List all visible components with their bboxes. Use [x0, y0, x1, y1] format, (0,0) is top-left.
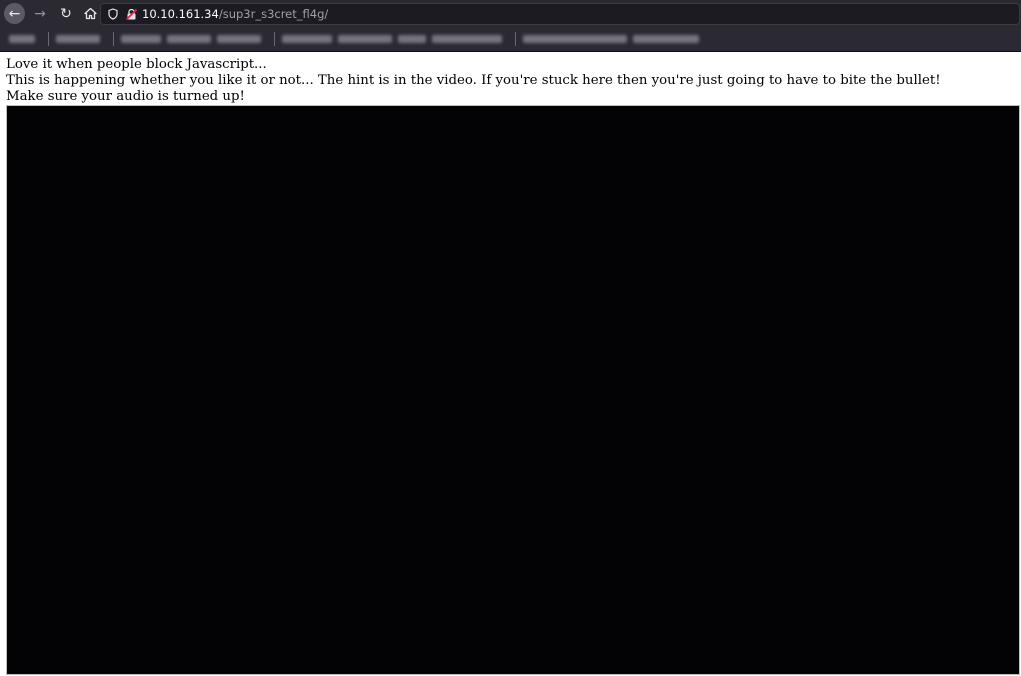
bookmark-item[interactable]: [56, 35, 100, 43]
browser-navbar: ← → ↻ 10.10.161.34/sup3r_s3cret_fl4g/: [0, 0, 1021, 27]
audio-notice: Make sure your audio is turned up!: [6, 89, 245, 104]
url-host: 10.10.161.34: [142, 7, 219, 21]
bookmark-item[interactable]: [633, 35, 699, 43]
hint-text: This is happening whether you like it or…: [6, 73, 941, 88]
reload-button[interactable]: ↻: [55, 3, 77, 25]
shield-icon[interactable]: [108, 8, 118, 20]
url-path: /sup3r_s3cret_fl4g/: [218, 7, 329, 21]
bookmark-item[interactable]: [398, 35, 426, 43]
bookmark-item[interactable]: [217, 35, 261, 43]
bookmark-item[interactable]: [167, 35, 211, 43]
url-bar[interactable]: 10.10.161.34/sup3r_s3cret_fl4g/: [100, 3, 1020, 25]
bookmark-separator: [48, 32, 49, 46]
home-button[interactable]: [79, 3, 101, 25]
bookmark-item[interactable]: [282, 35, 332, 43]
bookmark-item[interactable]: [523, 35, 627, 43]
video-player[interactable]: [6, 105, 1020, 675]
back-button[interactable]: ←: [4, 3, 25, 24]
page-body: Love it when people block Javascript... …: [6, 57, 1016, 105]
arrow-left-icon: ←: [8, 5, 21, 22]
intro-text: Love it when people block Javascript...: [6, 57, 267, 72]
home-icon: [83, 7, 97, 20]
forward-button[interactable]: →: [29, 3, 51, 25]
bookmark-item[interactable]: [9, 35, 35, 43]
bookmark-separator: [113, 32, 114, 46]
bookmark-item[interactable]: [432, 35, 502, 43]
bookmark-separator: [274, 32, 275, 46]
bookmark-item[interactable]: [121, 35, 161, 43]
reload-icon: ↻: [60, 5, 72, 22]
bookmark-item[interactable]: [338, 35, 392, 43]
arrow-right-icon: →: [34, 5, 46, 22]
insecure-lock-icon[interactable]: [125, 8, 138, 20]
bookmarks-toolbar: [0, 27, 1021, 52]
bookmark-separator: [515, 32, 516, 46]
